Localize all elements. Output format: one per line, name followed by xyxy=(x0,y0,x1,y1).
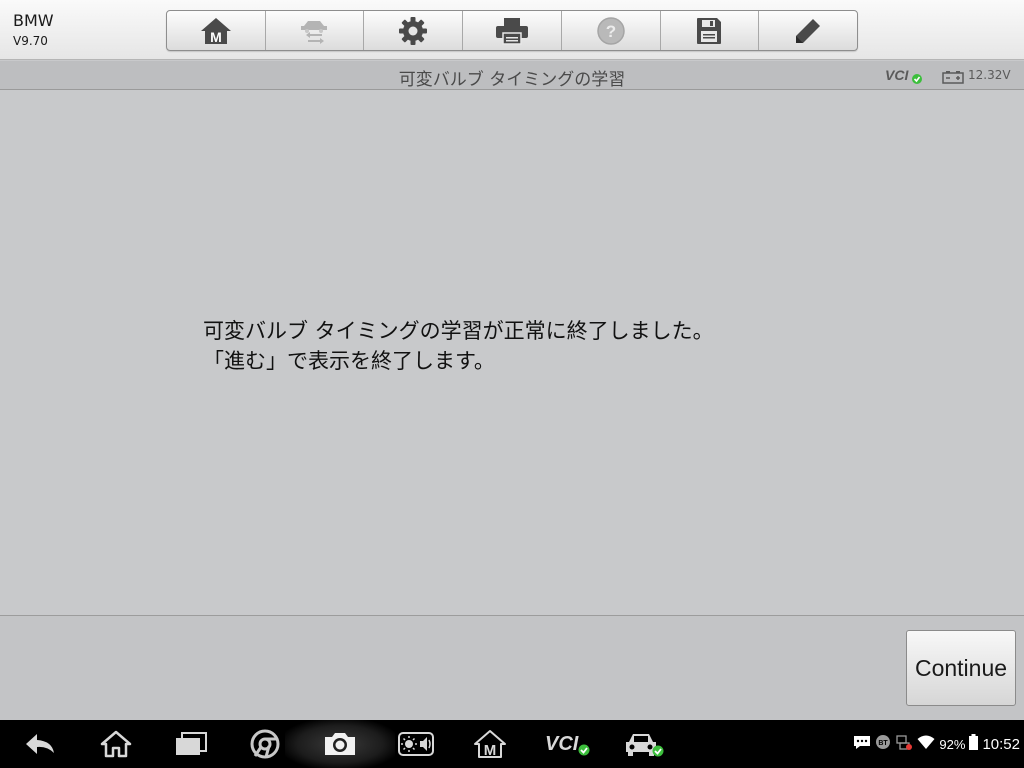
device-battery-icon xyxy=(969,734,979,754)
help-icon: ? xyxy=(596,16,626,46)
help-button[interactable]: ? xyxy=(562,11,661,50)
maxisys-m-icon[interactable]: M xyxy=(472,720,508,768)
status-area: BT 92% 10:52 xyxy=(853,720,1020,768)
maxisys-m-label: M xyxy=(484,742,497,759)
network-error-icon xyxy=(895,733,913,755)
print-button[interactable] xyxy=(463,11,562,50)
brand-name: BMW xyxy=(13,11,54,30)
title-bar: 可変バルブ タイミングの学習 VCI 12.32V xyxy=(0,61,1024,90)
chat-notification-icon xyxy=(853,734,871,754)
home-m-button[interactable]: M xyxy=(167,11,266,50)
bluetooth-icon: BT xyxy=(875,734,891,754)
pencil-icon xyxy=(793,16,823,46)
battery-percent: 92% xyxy=(939,736,966,752)
main-content: 可変バルブ タイミングの学習が正常に終了しました。 「進む」で表示を終了します。 xyxy=(0,90,1024,616)
message-line-2: 「進む」で表示を終了します。 xyxy=(203,349,495,373)
home-icon[interactable] xyxy=(96,720,136,768)
vci-nav-label: VCI xyxy=(545,733,579,755)
floppy-disk-icon xyxy=(696,17,722,45)
chrome-icon[interactable] xyxy=(247,720,283,768)
svg-text:?: ? xyxy=(606,22,616,41)
vci-status: VCI xyxy=(885,67,925,89)
main-toolbar: M ? xyxy=(166,10,858,51)
home-m-icon: M xyxy=(200,16,232,46)
vehicle-swap-icon xyxy=(298,17,332,45)
footer-bar: Continue xyxy=(0,616,1024,720)
recent-apps-icon[interactable] xyxy=(172,720,210,768)
brightness-volume-icon[interactable] xyxy=(396,720,436,768)
svg-text:BT: BT xyxy=(879,740,889,747)
result-message: 可変バルブ タイミングの学習が正常に終了しました。 「進む」で表示を終了します。 xyxy=(203,316,714,376)
app-version: V9.70 xyxy=(13,34,48,48)
printer-icon xyxy=(495,17,529,45)
vehicle-swap-button[interactable] xyxy=(266,11,365,50)
battery-voltage: 12.32V xyxy=(968,68,1011,82)
save-button[interactable] xyxy=(661,11,760,50)
edit-button[interactable] xyxy=(759,11,857,50)
settings-button[interactable] xyxy=(364,11,464,50)
camera-icon[interactable] xyxy=(320,720,360,768)
back-icon[interactable] xyxy=(20,720,60,768)
clock: 10:52 xyxy=(982,735,1020,753)
page-title: 可変バルブ タイミングの学習 xyxy=(398,70,626,90)
vci-icon[interactable]: VCI xyxy=(542,720,592,768)
vci-status-label: VCI xyxy=(885,67,909,83)
continue-button[interactable]: Continue xyxy=(906,630,1016,706)
top-header: BMW V9.70 M ? xyxy=(0,0,1024,60)
wifi-icon xyxy=(917,734,935,754)
gear-icon xyxy=(398,16,428,46)
message-line-1: 可変バルブ タイミングの学習が正常に終了しました。 xyxy=(203,319,714,343)
brand-block: BMW V9.70 xyxy=(13,11,54,49)
svg-text:M: M xyxy=(210,29,222,45)
system-nav-bar: M VCI BT 92% 10:52 xyxy=(0,720,1024,768)
connected-check-icon xyxy=(912,74,922,84)
car-icon[interactable] xyxy=(622,720,666,768)
car-battery-icon xyxy=(942,69,964,88)
